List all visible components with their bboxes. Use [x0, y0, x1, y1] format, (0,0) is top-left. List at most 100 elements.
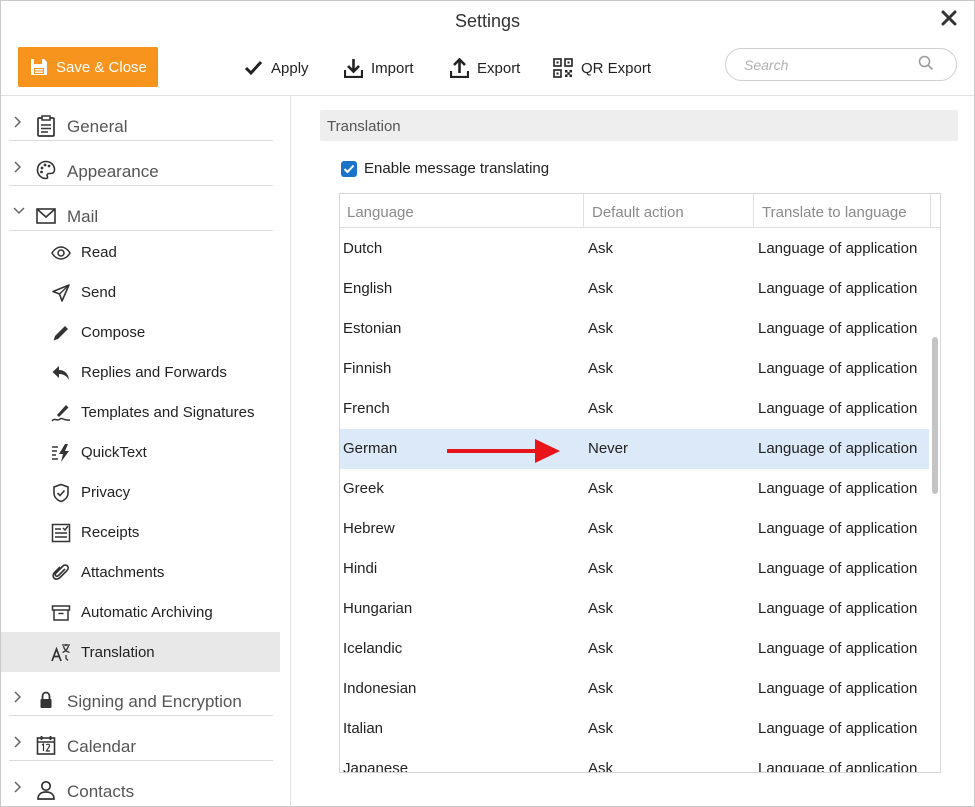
table-row[interactable]: German Never Language of application [340, 429, 929, 469]
shield-icon [53, 483, 69, 503]
sidebar-section-contacts[interactable]: Contacts [1, 761, 281, 806]
cell-language: Indonesian [343, 680, 417, 697]
cell-language: Dutch [343, 240, 383, 257]
cell-translate-to: Language of application [758, 640, 918, 657]
sidebar-item-quicktext[interactable]: QuickText [1, 432, 280, 472]
apply-label: Apply [271, 59, 309, 77]
palette-icon [36, 160, 56, 180]
pencil-icon [53, 326, 68, 341]
sidebar-item-automatic-archiving[interactable]: Automatic Archiving [1, 592, 280, 632]
sidebar-section-label: Appearance [67, 162, 159, 181]
cell-language: Italian [343, 720, 384, 737]
export-button[interactable]: Export [450, 55, 520, 81]
lightning-icon [52, 444, 69, 462]
sidebar-item-templates-signatures[interactable]: Templates and Signatures [1, 392, 280, 432]
search-box[interactable] [725, 48, 957, 81]
cell-language: French [343, 400, 390, 417]
checkbox[interactable] [341, 160, 357, 177]
paper-plane-icon [52, 284, 70, 302]
cell-language: Hindi [343, 560, 378, 577]
person-icon [37, 780, 55, 800]
cell-language: Hungarian [343, 600, 413, 617]
apply-button[interactable]: Apply [244, 55, 309, 81]
table-row[interactable]: Estonian Ask Language of application [340, 309, 929, 349]
cell-translate-to: Language of application [758, 520, 918, 537]
checkmark-icon [343, 164, 355, 173]
sidebar-section-label: General [67, 117, 128, 136]
table-row[interactable]: Italian Ask Language of application [340, 709, 929, 749]
table-row[interactable]: Dutch Ask Language of application [340, 229, 929, 269]
sidebar-section-label: Calendar [67, 737, 136, 756]
sidebar-item-attachments[interactable]: Attachments [1, 552, 280, 592]
save-close-button[interactable]: Save & Close [18, 47, 158, 87]
cell-language: Finnish [343, 360, 392, 377]
checkbox-label: Enable message translating [364, 160, 550, 177]
sidebar-section-appearance[interactable]: Appearance [1, 141, 281, 186]
cell-default-action: Ask [588, 640, 614, 657]
lock-icon [40, 691, 52, 708]
eye-icon [51, 246, 71, 260]
cell-default-action: Never [588, 440, 629, 457]
table-header: Language Default action Translate to lan… [340, 194, 940, 228]
table-row[interactable]: Hindi Ask Language of application [340, 549, 929, 589]
sidebar-item-compose[interactable]: Compose [1, 312, 280, 352]
archive-icon [51, 605, 71, 621]
column-header-default-action[interactable]: Default action [584, 194, 754, 228]
search-icon[interactable] [918, 55, 934, 71]
table-body: Dutch Ask Language of application English As… [340, 229, 929, 773]
translate-icon [51, 644, 70, 662]
table-row[interactable]: Indonesian Ask Language of application [340, 669, 929, 709]
section-divider [9, 230, 273, 231]
sidebar-item-receipts[interactable]: Receipts [1, 512, 280, 552]
import-button[interactable]: Import [344, 55, 414, 81]
table-row[interactable]: Hebrew Ask Language of application [340, 509, 929, 549]
cell-translate-to: Language of application [758, 360, 918, 377]
section-title: Translation [327, 118, 401, 135]
sidebar-item-translation[interactable]: Translation [1, 632, 280, 672]
sidebar-section-mail[interactable]: Mail [1, 186, 281, 231]
sidebar-item-privacy[interactable]: Privacy [1, 472, 280, 512]
sidebar-section-signing-encryption[interactable]: Signing and Encryption [1, 671, 281, 716]
arrow-annotation-icon [447, 439, 560, 463]
table-row[interactable]: Finnish Ask Language of application [340, 349, 929, 389]
table-row[interactable]: French Ask Language of application [340, 389, 929, 429]
sidebar-item-replies-forwards[interactable]: Replies and Forwards [1, 352, 280, 392]
chevron-down-icon [13, 207, 25, 215]
table-row[interactable]: Japanese Ask Language of application [340, 749, 929, 773]
cell-default-action: Ask [588, 240, 614, 257]
cell-translate-to: Language of application [758, 560, 918, 577]
scrollbar-thumb[interactable] [932, 337, 938, 494]
checkmark-icon [244, 60, 263, 76]
sidebar-section-calendar[interactable]: Calendar [1, 716, 281, 761]
section-header: Translation [320, 110, 958, 141]
qr-export-button[interactable]: QR Export [553, 55, 651, 81]
table-row[interactable]: Icelandic Ask Language of application [340, 629, 929, 669]
sidebar-section-general[interactable]: General [1, 96, 281, 141]
signature-icon [51, 405, 71, 422]
floppy-disk-icon [31, 59, 47, 75]
cell-default-action: Ask [588, 760, 614, 773]
close-button[interactable] [938, 7, 960, 29]
search-input[interactable] [744, 55, 914, 75]
sidebar-item-send[interactable]: Send [1, 272, 280, 312]
table-row[interactable]: Greek Ask Language of application [340, 469, 929, 509]
table-row[interactable]: Hungarian Ask Language of application [340, 589, 929, 629]
sidebar-item-label: Send [81, 284, 117, 301]
cell-default-action: Ask [588, 320, 614, 337]
cell-language: Estonian [343, 320, 402, 337]
translation-table: Language Default action Translate to lan… [339, 193, 941, 773]
column-header-language[interactable]: Language [340, 194, 584, 228]
sidebar-item-read[interactable]: Read [1, 232, 280, 272]
column-header-translate-to[interactable]: Translate to language [754, 194, 931, 228]
import-label: Import [371, 59, 414, 77]
settings-window: Settings Save & Close Apply Import Expor… [0, 0, 975, 807]
qr-export-label: QR Export [581, 59, 652, 77]
cell-default-action: Ask [588, 560, 614, 577]
enable-translation-checkbox[interactable]: Enable message translating [341, 160, 549, 177]
sidebar-item-label: Templates and Signatures [81, 404, 255, 421]
sidebar-item-label: Translation [81, 644, 155, 661]
cell-default-action: Ask [588, 360, 614, 377]
receipt-icon [51, 523, 71, 543]
table-row[interactable]: English Ask Language of application [340, 269, 929, 309]
cell-language: Japanese [343, 760, 409, 773]
